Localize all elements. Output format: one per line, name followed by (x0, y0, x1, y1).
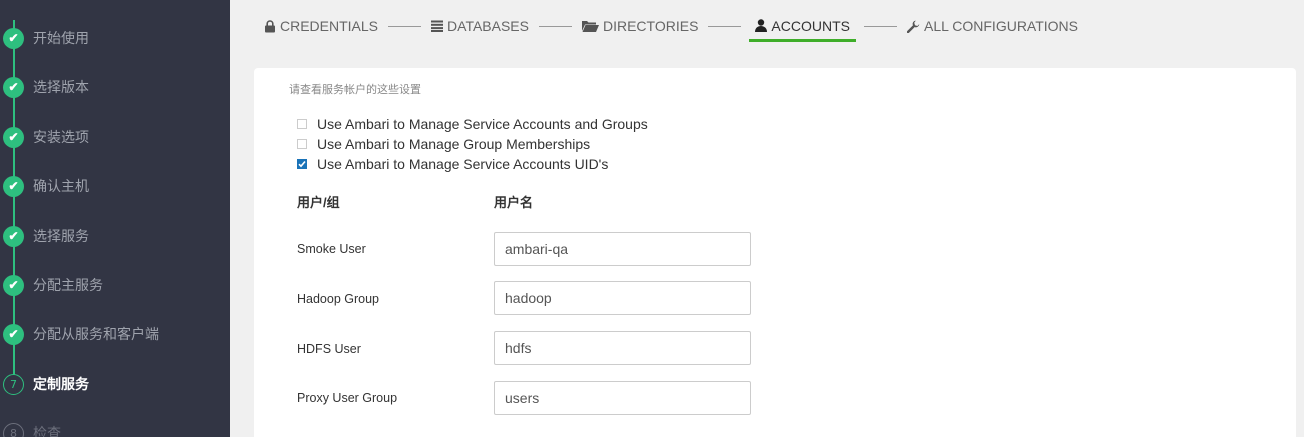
sidebar-step-get-started[interactable]: ✔ 开始使用 (0, 18, 230, 58)
hadoop-group-label: Hadoop Group (297, 292, 380, 306)
proxy-user-group-label: Proxy User Group (297, 391, 398, 405)
option-label: Use Ambari to Manage Group Memberships (317, 136, 591, 152)
check-icon: ✔ (3, 274, 24, 296)
step-label: 分配主服务 (33, 277, 103, 293)
check-icon: ✔ (3, 27, 24, 49)
sidebar-step-install-options[interactable]: ✔ 安装选项 (0, 117, 230, 157)
tab-label: ACCOUNTS (771, 17, 850, 34)
check-icon: ✔ (3, 76, 24, 98)
proxy-user-group-input[interactable] (494, 381, 751, 415)
tab-databases[interactable]: DATABASES (429, 12, 531, 40)
checkbox[interactable] (297, 119, 307, 129)
checkbox-checked[interactable] (297, 159, 307, 169)
step-label: 选择版本 (33, 79, 89, 95)
check-icon: ✔ (3, 126, 24, 148)
wizard-sidebar: ✔ 开始使用 ✔ 选择版本 ✔ 安装选项 ✔ 确认主机 ✔ 选择服务 ✔ 分配主… (0, 0, 230, 437)
tab-divider (863, 26, 897, 27)
step-label: 定制服务 (33, 376, 89, 392)
sidebar-step-confirm-hosts[interactable]: ✔ 确认主机 (0, 166, 230, 206)
step-label: 检查 (33, 425, 61, 437)
check-icon: ✔ (3, 323, 24, 345)
column-header-user-group: 用户/组 (297, 195, 340, 210)
step-label: 分配从服务和客户端 (33, 326, 159, 342)
tab-all-configurations[interactable]: ALL CONFIGURATIONS (905, 12, 1080, 40)
sidebar-step-assign-masters[interactable]: ✔ 分配主服务 (0, 265, 230, 305)
option-label: Use Ambari to Manage Service Accounts UI… (317, 156, 609, 172)
step-label: 开始使用 (33, 30, 89, 46)
accounts-hint: 请查看服务帐户的这些设置 (289, 84, 421, 96)
sidebar-step-review: 8 检查 (0, 413, 230, 437)
tab-label: ALL CONFIGURATIONS (923, 18, 1079, 34)
tab-label: CREDENTIALS (280, 18, 379, 34)
tab-label: DIRECTORIES (602, 18, 699, 34)
database-icon (431, 20, 444, 32)
tab-divider (708, 26, 742, 27)
option-manage-group-memberships[interactable]: Use Ambari to Manage Group Memberships (297, 136, 590, 152)
smoke-user-input[interactable] (494, 232, 751, 266)
check-icon: ✔ (3, 175, 24, 197)
check-icon (298, 160, 306, 168)
sidebar-step-choose-services[interactable]: ✔ 选择服务 (0, 216, 230, 256)
tab-divider (538, 26, 572, 27)
step-number-icon: 8 (3, 422, 24, 437)
option-label: Use Ambari to Manage Service Accounts an… (317, 116, 648, 132)
sidebar-step-select-version[interactable]: ✔ 选择版本 (0, 67, 230, 107)
hadoop-group-input[interactable] (494, 281, 751, 315)
tab-divider (388, 26, 422, 27)
lock-icon (264, 19, 276, 33)
main-content: CREDENTIALS DATABASES DIRECTORIES ACCOUN… (230, 0, 1304, 437)
tab-directories[interactable]: DIRECTORIES (580, 12, 700, 40)
user-icon (755, 19, 768, 32)
tab-credentials[interactable]: CREDENTIALS (262, 12, 380, 40)
step-label: 安装选项 (33, 129, 89, 145)
config-tabs: CREDENTIALS DATABASES DIRECTORIES ACCOUN… (262, 12, 1080, 44)
smoke-user-label: Smoke User (297, 242, 366, 256)
hdfs-user-input[interactable] (494, 331, 751, 365)
sidebar-step-customize-services[interactable]: 7 定制服务 (0, 364, 230, 404)
accounts-panel: 请查看服务帐户的这些设置 Use Ambari to Manage Servic… (254, 68, 1296, 437)
checkbox[interactable] (297, 139, 307, 149)
hdfs-user-label: HDFS User (297, 342, 361, 356)
tab-accounts[interactable]: ACCOUNTS (749, 12, 856, 42)
tab-label: DATABASES (447, 18, 529, 34)
column-header-username: 用户名 (494, 195, 534, 210)
step-label: 选择服务 (33, 228, 89, 244)
sidebar-step-assign-slaves[interactable]: ✔ 分配从服务和客户端 (0, 314, 230, 354)
wrench-icon (906, 20, 920, 33)
step-label: 确认主机 (33, 178, 89, 194)
option-manage-accounts-uids[interactable]: Use Ambari to Manage Service Accounts UI… (297, 156, 608, 172)
check-icon: ✔ (3, 225, 24, 247)
step-number-icon: 7 (3, 373, 24, 395)
option-manage-accounts-groups[interactable]: Use Ambari to Manage Service Accounts an… (297, 116, 648, 132)
folder-icon (581, 20, 599, 32)
